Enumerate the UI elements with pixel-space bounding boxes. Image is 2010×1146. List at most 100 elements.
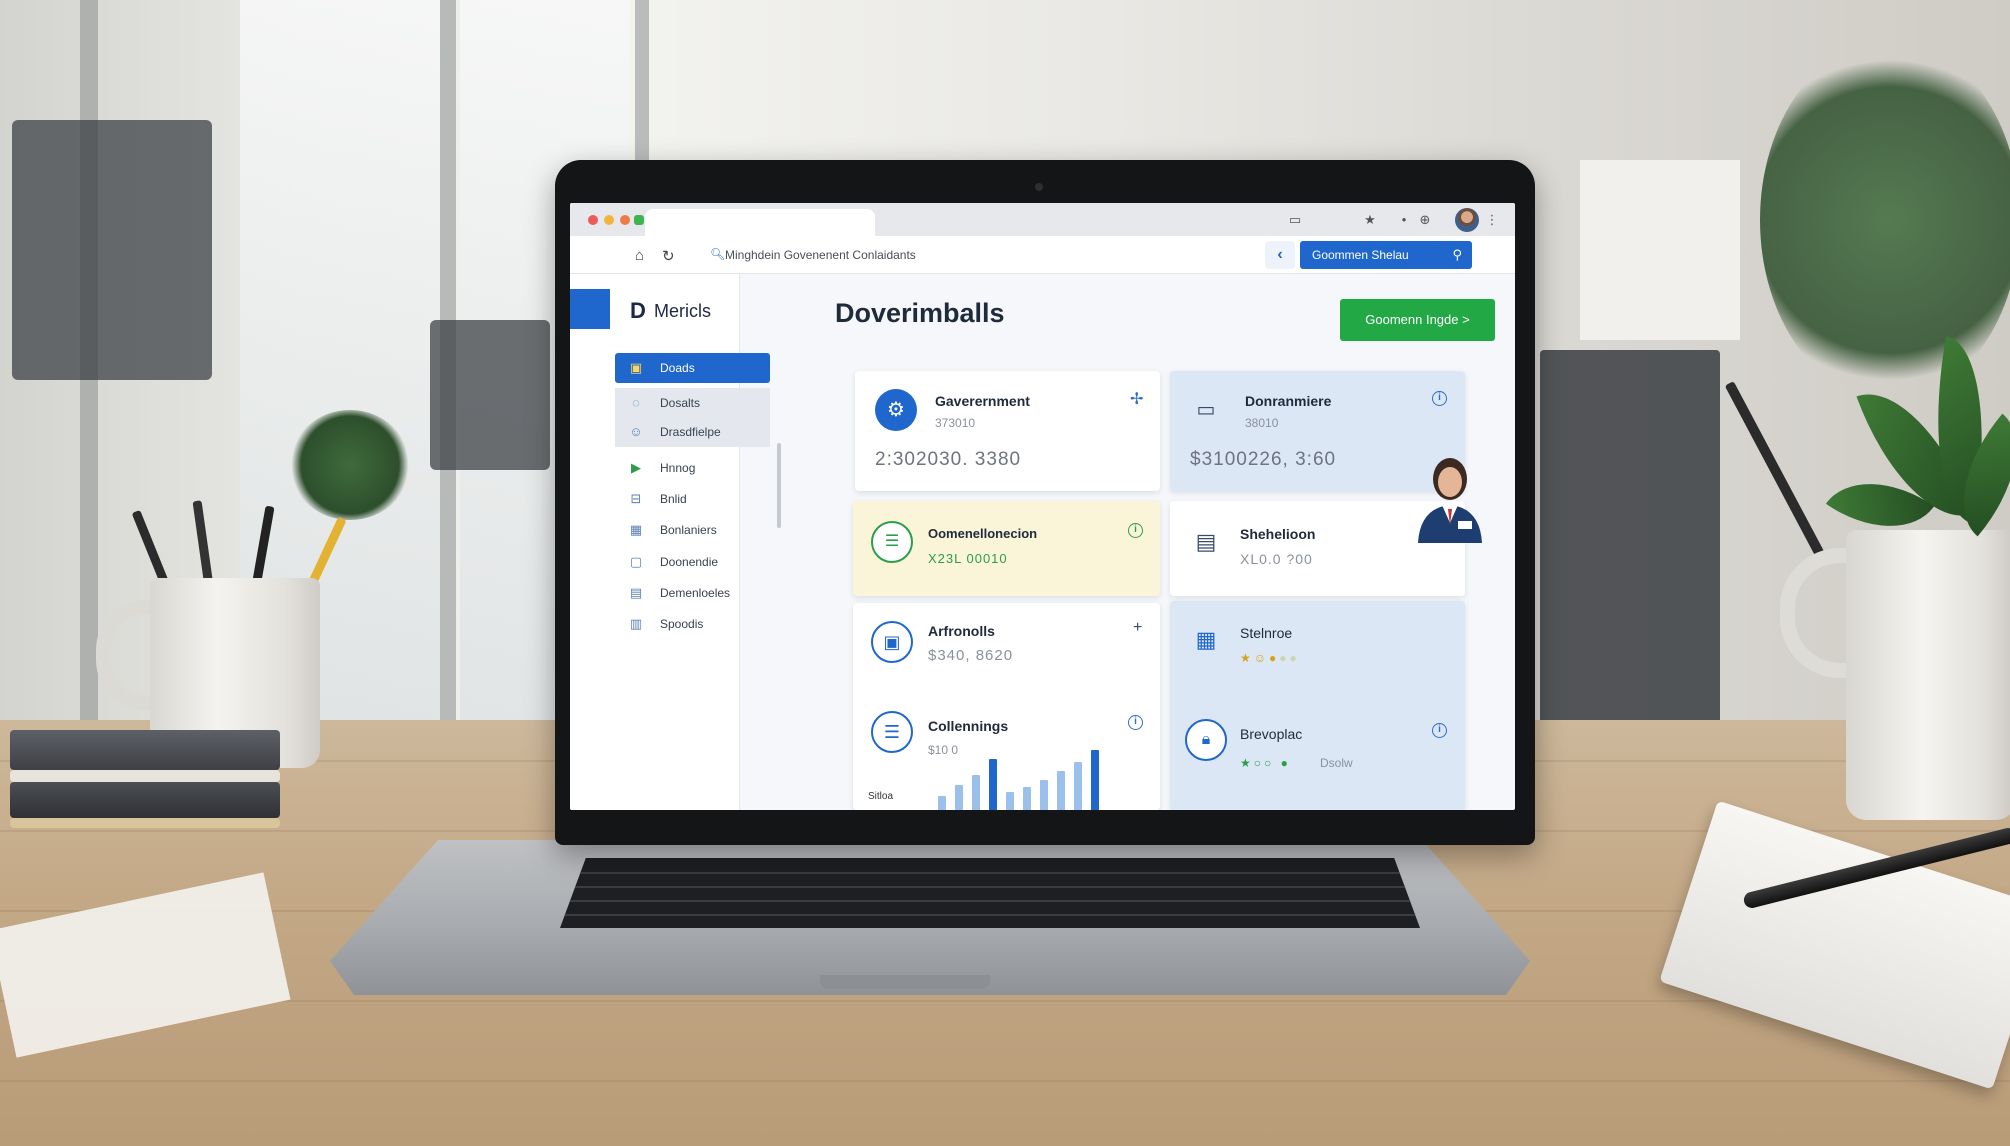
mini-bar <box>989 759 997 810</box>
extension-icon[interactable]: ⊕ <box>1418 213 1432 227</box>
rating-stars: ★☺●●● <box>1240 651 1300 665</box>
sidebar-item-hnnog[interactable]: ▶ Hnnog <box>615 453 770 483</box>
sidebar-item-demenloeles[interactable]: ▤ Demenloeles <box>615 578 770 608</box>
mini-bar <box>1006 792 1014 810</box>
background-monitor <box>12 120 212 380</box>
star-icon[interactable]: ★ <box>1363 213 1377 227</box>
calendar-icon: ▦ <box>1195 627 1217 652</box>
chat-icon: ◌ <box>632 395 640 410</box>
close-window-icon[interactable] <box>588 215 598 225</box>
sidebar-item-label: Doads <box>660 361 695 375</box>
background-monitor <box>430 320 550 470</box>
card-stelnroe[interactable]: ▦ Stelnroe ★☺●●● 🔒︎ Brevoplac ★○○ ● Dsol… <box>1170 601 1465 810</box>
sidebar-item-bonlaniers[interactable]: ▦ Bonlaniers <box>615 515 770 545</box>
info-icon[interactable]: i <box>1128 523 1143 538</box>
card-value: XL0.0 ?00 <box>1240 551 1313 567</box>
folder-icon: ▣ <box>629 360 643 375</box>
status-dots: ★○○ ● <box>1240 756 1291 770</box>
laptop-screen: ▭ ★ • ⊕ ⋮ ⌂ ↻ 🔍︎ Minghdein Govenenent Co… <box>570 203 1515 810</box>
sidebar-item-doads[interactable]: ▣ Doads <box>615 353 770 383</box>
card-title: Arfronolls <box>928 623 995 639</box>
sidebar-item-label: Bnlid <box>660 492 687 506</box>
dot-icon: • <box>1401 212 1407 227</box>
mini-bar <box>1074 762 1082 810</box>
sidebar-accent-bar <box>570 289 610 329</box>
webcam <box>1035 183 1043 191</box>
search-icon: 🔍︎ <box>710 247 726 261</box>
sidebar-item-label: Hnnog <box>660 461 696 475</box>
search-button-label: Goommen Shelau <box>1312 248 1409 262</box>
add-icon[interactable]: + <box>1133 619 1142 637</box>
background-cabinet <box>1540 350 1720 730</box>
sidebar-item-label: Bonlaniers <box>660 523 717 537</box>
sidebar-item-dosalts[interactable]: ◌ Dosalts <box>615 388 770 418</box>
tab-list-icon[interactable]: ▭ <box>1288 213 1302 227</box>
primary-cta-button[interactable]: Goomenn Ingde > <box>1340 299 1495 341</box>
mini-bar <box>938 796 946 810</box>
list-icon: ☰ <box>871 711 913 753</box>
laptop-notch <box>820 975 990 989</box>
mini-bar <box>955 785 963 810</box>
mini-bar <box>1040 780 1048 810</box>
maximize-window-icon[interactable] <box>620 215 630 225</box>
play-icon: ▶ <box>631 460 641 475</box>
sidebar-scrollbar[interactable] <box>777 443 781 528</box>
card-footer: Sitloa <box>868 791 894 802</box>
card-arfronolls[interactable]: ▣ Arfronolls $340, 8620 + ☰ Collennings … <box>853 603 1160 810</box>
home-icon[interactable]: ⌂ <box>635 247 644 264</box>
grid-icon: ▦ <box>629 522 643 537</box>
mini-bar <box>1057 771 1065 810</box>
sidebar-item-label: Drasdfielpe <box>660 425 721 439</box>
calendar-icon: ▤ <box>629 585 643 600</box>
card-title: Shehelioon <box>1240 526 1316 542</box>
card-footer: Dsolw <box>1320 756 1353 770</box>
card-value: $340, 8620 <box>928 647 1014 664</box>
info-icon[interactable]: i <box>1432 723 1447 738</box>
background-plant <box>290 410 410 520</box>
sidebar-item-label: Demenloeles <box>660 586 731 600</box>
chat-icon: ☰ <box>871 521 913 563</box>
sidebar-item-doonendie[interactable]: ▢ Doonendie <box>615 547 770 577</box>
card-value: X23L 00010 <box>928 551 1008 566</box>
card-title: Collennings <box>928 718 1009 734</box>
pin-icon[interactable]: ✢ <box>1130 389 1143 409</box>
card-title: Gaverernment <box>935 393 1030 409</box>
card-title: Oomenellonecion <box>928 526 1038 541</box>
background-plant <box>1760 40 2010 400</box>
card-government[interactable]: ⚙ Gaverernment 373010 2:302030. 3380 ✢ <box>855 371 1160 491</box>
mini-bar <box>972 775 980 810</box>
laptop-keyboard <box>560 858 1420 928</box>
card-oomenellonecion[interactable]: ☰ Oomenellonecion X23L 00010 i <box>853 501 1160 596</box>
clipboard-icon: ▣ <box>871 621 913 663</box>
profile-avatar[interactable] <box>1455 208 1479 232</box>
page-title: Doverimballs <box>835 298 1005 328</box>
card-value: 2:302030. 3380 <box>875 449 1022 470</box>
browser-tab-bar: ▭ ★ • ⊕ ⋮ <box>570 203 1515 236</box>
gear-icon: ⚙ <box>875 389 917 431</box>
sidebar-item-spoodis[interactable]: ▥ Spoodis <box>615 609 770 639</box>
card-title: Brevoplac <box>1240 726 1303 742</box>
sidebar-item-label: Spoodis <box>660 617 704 631</box>
minimize-window-icon[interactable] <box>604 215 614 225</box>
inbox-icon: ⊟ <box>630 491 642 506</box>
menu-dots-icon[interactable]: ⋮ <box>1485 213 1499 227</box>
mini-bar-chart <box>938 743 1118 810</box>
government-search-button[interactable]: Goommen Shelau ⚲ <box>1300 241 1472 269</box>
card-title: Donranmiere <box>1245 393 1332 409</box>
monitor-icon: ▭ <box>1196 399 1216 421</box>
sidebar-item-drasdfielpe[interactable]: ☺ Drasdfielpe <box>615 417 770 447</box>
info-icon[interactable]: i <box>1128 715 1143 730</box>
mini-bar <box>1023 787 1031 810</box>
back-arrow-button[interactable]: ‹ <box>1265 241 1295 269</box>
browser-tab[interactable] <box>645 209 875 236</box>
card-value: $3100226, 3:60 <box>1190 449 1337 470</box>
url-text[interactable]: Minghdein Govenenent Conlaidants <box>725 248 916 262</box>
reload-icon[interactable]: ↻ <box>662 247 675 265</box>
lock-icon: 🔒︎ <box>1185 719 1227 761</box>
plant-pot <box>1846 530 2010 820</box>
person-avatar-illustration <box>1418 458 1482 543</box>
sidebar-item-bnlid[interactable]: ⊟ Bnlid <box>615 484 770 514</box>
info-icon[interactable]: i <box>1432 391 1447 406</box>
sidebar-item-label: Dosalts <box>660 396 701 410</box>
brand-name: Mericls <box>654 301 711 321</box>
